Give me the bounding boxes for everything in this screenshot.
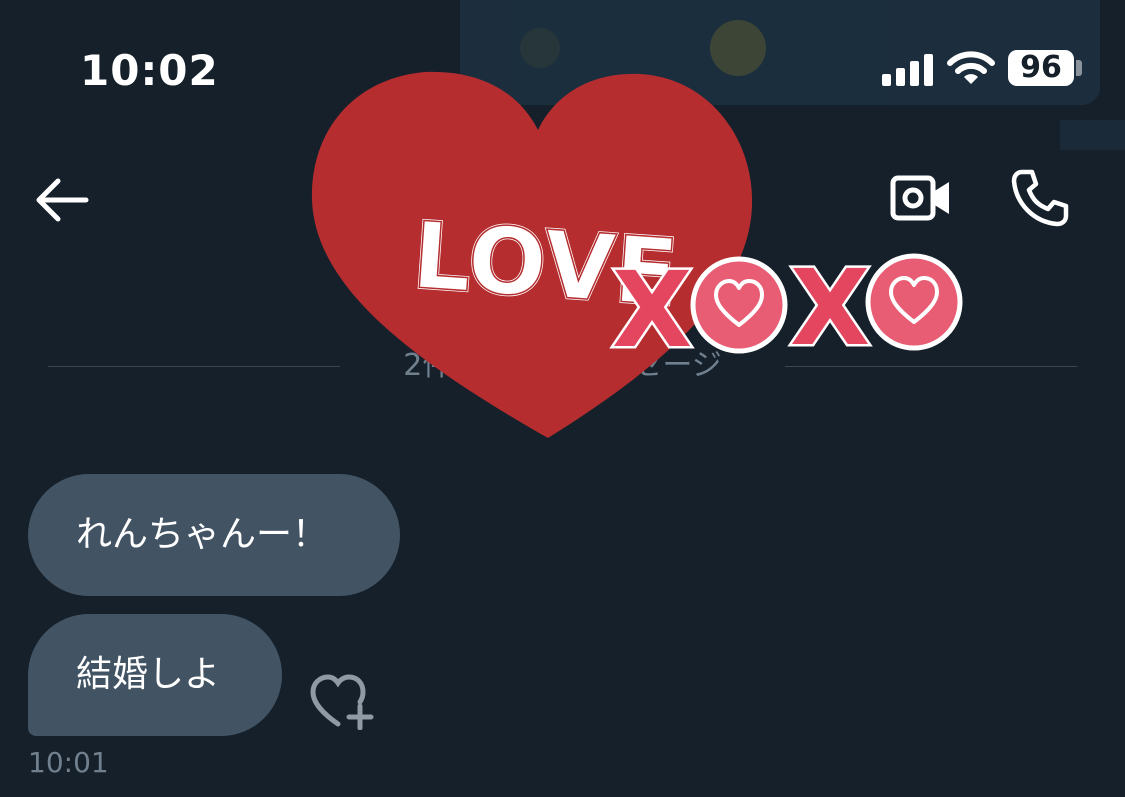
battery-indicator: 96 (1008, 50, 1074, 86)
status-time: 10:02 (80, 46, 219, 95)
xoxo-o-2 (865, 253, 963, 351)
phone-call-icon[interactable] (1008, 166, 1072, 230)
heart-plus-icon[interactable] (310, 674, 376, 730)
message-bubble[interactable]: れんちゃんー！ (28, 474, 400, 596)
back-arrow-icon[interactable] (34, 176, 90, 224)
message-timestamp: 10:01 (28, 746, 109, 779)
xoxo-x-1: X (612, 249, 692, 371)
blurred-background-card (1060, 120, 1125, 150)
divider-line-left (48, 366, 340, 367)
battery-tip (1076, 60, 1082, 76)
love-xoxo-heart-sticker: LOVE LOVE X X (311, 71, 963, 439)
message-bubble[interactable]: 結婚しよ (28, 614, 282, 736)
xoxo-o-1 (690, 256, 788, 354)
xoxo-x-2: X (790, 247, 870, 369)
